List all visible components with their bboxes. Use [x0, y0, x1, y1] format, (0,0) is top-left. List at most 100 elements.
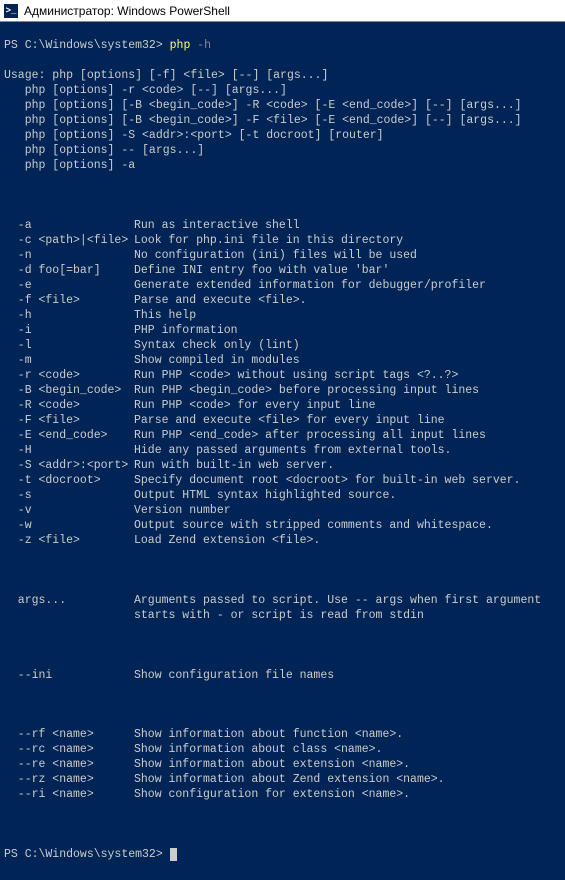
option-flag: -r <code>: [4, 369, 134, 384]
blank-line: [4, 639, 561, 654]
reflect-row: --rf <name>Show information about functi…: [4, 728, 561, 743]
option-row: -mShow compiled in modules: [4, 354, 561, 369]
option-desc: Syntax check only (lint): [134, 339, 300, 352]
option-row: -wOutput source with stripped comments a…: [4, 519, 561, 534]
option-flag: -F <file>: [4, 414, 134, 429]
usage-line: php [options] -- [args...]: [4, 144, 561, 159]
option-flag: -s: [4, 489, 134, 504]
reflect-flag: --re <name>: [4, 758, 134, 773]
option-row: -z <file>Load Zend extension <file>.: [4, 534, 561, 549]
option-flag: -v: [4, 504, 134, 519]
option-row: -vVersion number: [4, 504, 561, 519]
args-desc: Arguments passed to script. Use -- args …: [134, 594, 541, 607]
reflect-flag: --rf <name>: [4, 728, 134, 743]
option-flag: -w: [4, 519, 134, 534]
option-flag: -n: [4, 249, 134, 264]
option-row: -lSyntax check only (lint): [4, 339, 561, 354]
option-row: -f <file>Parse and execute <file>.: [4, 294, 561, 309]
option-flag: -t <docroot>: [4, 474, 134, 489]
usage-line: Usage: php [options] [-f] <file> [--] [a…: [4, 69, 561, 84]
prompt-path: PS C:\Windows\system32>: [4, 39, 170, 52]
option-desc: Run PHP <code> without using script tags…: [134, 369, 458, 382]
option-desc: No configuration (ini) files will be use…: [134, 249, 417, 262]
option-desc: Generate extended information for debugg…: [134, 279, 486, 292]
reflect-flag: --rc <name>: [4, 743, 134, 758]
option-row: -eGenerate extended information for debu…: [4, 279, 561, 294]
window-titlebar: >_ Администратор: Windows PowerShell: [0, 0, 565, 22]
option-flag: -z <file>: [4, 534, 134, 549]
reflect-row: --rc <name>Show information about class …: [4, 743, 561, 758]
option-desc: Run PHP <code> for every input line: [134, 399, 376, 412]
usage-line: php [options] [-B <begin_code>] -F <file…: [4, 114, 561, 129]
blank-line: [4, 698, 561, 713]
reflect-desc: Show information about extension <name>.: [134, 758, 410, 771]
option-row: -HHide any passed arguments from externa…: [4, 444, 561, 459]
option-desc: Load Zend extension <file>.: [134, 534, 320, 547]
option-row: -aRun as interactive shell: [4, 219, 561, 234]
option-desc: Specify document root <docroot> for buil…: [134, 474, 520, 487]
reflect-flag: --ri <name>: [4, 788, 134, 803]
option-desc: Run with built-in web server.: [134, 459, 334, 472]
reflect-row: --re <name>Show information about extens…: [4, 758, 561, 773]
option-row: -r <code>Run PHP <code> without using sc…: [4, 369, 561, 384]
reflect-row: --rz <name>Show information about Zend e…: [4, 773, 561, 788]
usage-line: php [options] -r <code> [--] [args...]: [4, 84, 561, 99]
args-row: starts with - or script is read from std…: [4, 609, 561, 624]
option-flag: -h: [4, 309, 134, 324]
option-row: -B <begin_code>Run PHP <begin_code> befo…: [4, 384, 561, 399]
option-row: -E <end_code>Run PHP <end_code> after pr…: [4, 429, 561, 444]
option-desc: Version number: [134, 504, 231, 517]
blank-line: [4, 189, 561, 204]
args-flag: args...: [4, 594, 134, 609]
option-row: -nNo configuration (ini) files will be u…: [4, 249, 561, 264]
ini-desc: Show configuration file names: [134, 669, 334, 682]
option-desc: Define INI entry foo with value 'bar': [134, 264, 389, 277]
option-desc: Run as interactive shell: [134, 219, 300, 232]
powershell-icon: >_: [4, 4, 18, 18]
usage-line: php [options] [-B <begin_code>] -R <code…: [4, 99, 561, 114]
option-flag: -E <end_code>: [4, 429, 134, 444]
option-desc: Run PHP <end_code> after processing all …: [134, 429, 486, 442]
option-flag: -l: [4, 339, 134, 354]
blank-line: [4, 818, 561, 833]
option-desc: Output source with stripped comments and…: [134, 519, 493, 532]
option-desc: Show compiled in modules: [134, 354, 300, 367]
option-desc: Look for php.ini file in this directory: [134, 234, 403, 247]
prompt-path-2: PS C:\Windows\system32>: [4, 848, 170, 861]
option-desc: PHP information: [134, 324, 238, 337]
reflect-row: --ri <name>Show configuration for extens…: [4, 788, 561, 803]
option-desc: Parse and execute <file> for every input…: [134, 414, 445, 427]
option-row: -R <code>Run PHP <code> for every input …: [4, 399, 561, 414]
reflect-desc: Show information about function <name>.: [134, 728, 403, 741]
ini-row: --iniShow configuration file names: [4, 669, 561, 684]
option-desc: Run PHP <begin_code> before processing i…: [134, 384, 479, 397]
option-row: -d foo[=bar]Define INI entry foo with va…: [4, 264, 561, 279]
command-flag: -h: [197, 39, 211, 52]
option-flag: -e: [4, 279, 134, 294]
terminal-output[interactable]: PS C:\Windows\system32> php -h Usage: ph…: [0, 22, 565, 880]
args-desc: starts with - or script is read from std…: [134, 609, 424, 622]
option-row: -hThis help: [4, 309, 561, 324]
option-flag: -S <addr>:<port>: [4, 459, 134, 474]
option-desc: Parse and execute <file>.: [134, 294, 307, 307]
prompt-line: PS C:\Windows\system32> php -h: [4, 39, 561, 54]
reflect-desc: Show information about Zend extension <n…: [134, 773, 445, 786]
option-row: -S <addr>:<port>Run with built-in web se…: [4, 459, 561, 474]
option-row: -c <path>|<file>Look for php.ini file in…: [4, 234, 561, 249]
option-flag: -B <begin_code>: [4, 384, 134, 399]
reflect-desc: Show configuration for extension <name>.: [134, 788, 410, 801]
option-flag: -m: [4, 354, 134, 369]
reflect-flag: --rz <name>: [4, 773, 134, 788]
reflect-desc: Show information about class <name>.: [134, 743, 382, 756]
option-flag: -H: [4, 444, 134, 459]
usage-line: php [options] -a: [4, 159, 561, 174]
option-row: -t <docroot>Specify document root <docro…: [4, 474, 561, 489]
window-title: Администратор: Windows PowerShell: [24, 4, 230, 18]
option-desc: Hide any passed arguments from external …: [134, 444, 451, 457]
blank-line: [4, 564, 561, 579]
prompt-line-2[interactable]: PS C:\Windows\system32>: [4, 848, 561, 863]
command-php: php: [170, 39, 198, 52]
cursor-icon: [170, 848, 177, 861]
option-flag: -i: [4, 324, 134, 339]
option-row: -F <file>Parse and execute <file> for ev…: [4, 414, 561, 429]
